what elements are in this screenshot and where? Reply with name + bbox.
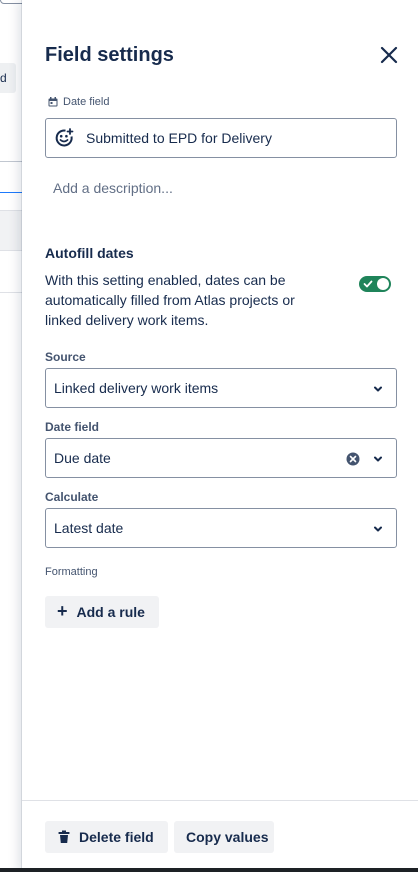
source-select[interactable]: Linked delivery work items — [45, 368, 397, 408]
close-icon — [380, 46, 398, 64]
check-icon — [363, 280, 373, 288]
panel-title: Field settings — [45, 44, 174, 66]
copy-values-button[interactable]: Copy values — [174, 821, 274, 853]
calculate-label: Calculate — [45, 490, 99, 504]
background-page — [0, 0, 22, 872]
clear-icon[interactable] — [345, 451, 361, 467]
chevron-down-icon — [374, 386, 382, 392]
calculate-select[interactable]: Latest date — [45, 508, 397, 548]
add-rule-label: Add a rule — [76, 604, 145, 620]
calendar-icon — [48, 97, 58, 107]
calculate-value: Latest date — [54, 520, 124, 536]
field-type-label: Date field — [63, 96, 110, 108]
chevron-down-icon — [374, 456, 382, 462]
date-field-select[interactable]: Due date — [45, 438, 397, 478]
background-divider-active — [0, 192, 22, 193]
description-input[interactable]: Add a description... — [53, 180, 173, 196]
autofill-toggle[interactable] — [359, 276, 391, 292]
trash-icon — [58, 830, 70, 843]
close-button[interactable] — [377, 43, 401, 67]
background-chip: d — [0, 63, 16, 93]
add-rule-button[interactable]: + Add a rule — [45, 596, 159, 628]
emoji-picker-icon[interactable] — [54, 128, 74, 148]
chevron-down-icon — [374, 526, 382, 532]
background-divider — [0, 161, 22, 162]
source-label: Source — [45, 350, 86, 364]
footer-divider — [22, 800, 418, 801]
formatting-label: Formatting — [45, 566, 98, 578]
source-value: Linked delivery work items — [54, 380, 219, 396]
date-field-label: Date field — [45, 420, 100, 434]
autofill-title: Autofill dates — [45, 245, 134, 261]
copy-values-label: Copy values — [186, 829, 269, 845]
background-chip-text: d — [0, 71, 7, 85]
background-row — [0, 210, 22, 251]
bottom-edge — [0, 868, 418, 872]
field-settings-panel: Field settings Date field Submitted to E… — [22, 0, 418, 872]
field-name-value: Submitted to EPD for Delivery — [86, 130, 272, 146]
background-divider — [0, 292, 22, 293]
field-name-input[interactable]: Submitted to EPD for Delivery — [45, 118, 397, 158]
plus-icon: + — [57, 600, 68, 621]
delete-field-label: Delete field — [79, 829, 154, 845]
field-type: Date field — [48, 96, 109, 108]
toggle-knob — [377, 278, 389, 290]
autofill-description: With this setting enabled, dates can be … — [45, 272, 295, 328]
delete-field-button[interactable]: Delete field — [45, 821, 168, 853]
